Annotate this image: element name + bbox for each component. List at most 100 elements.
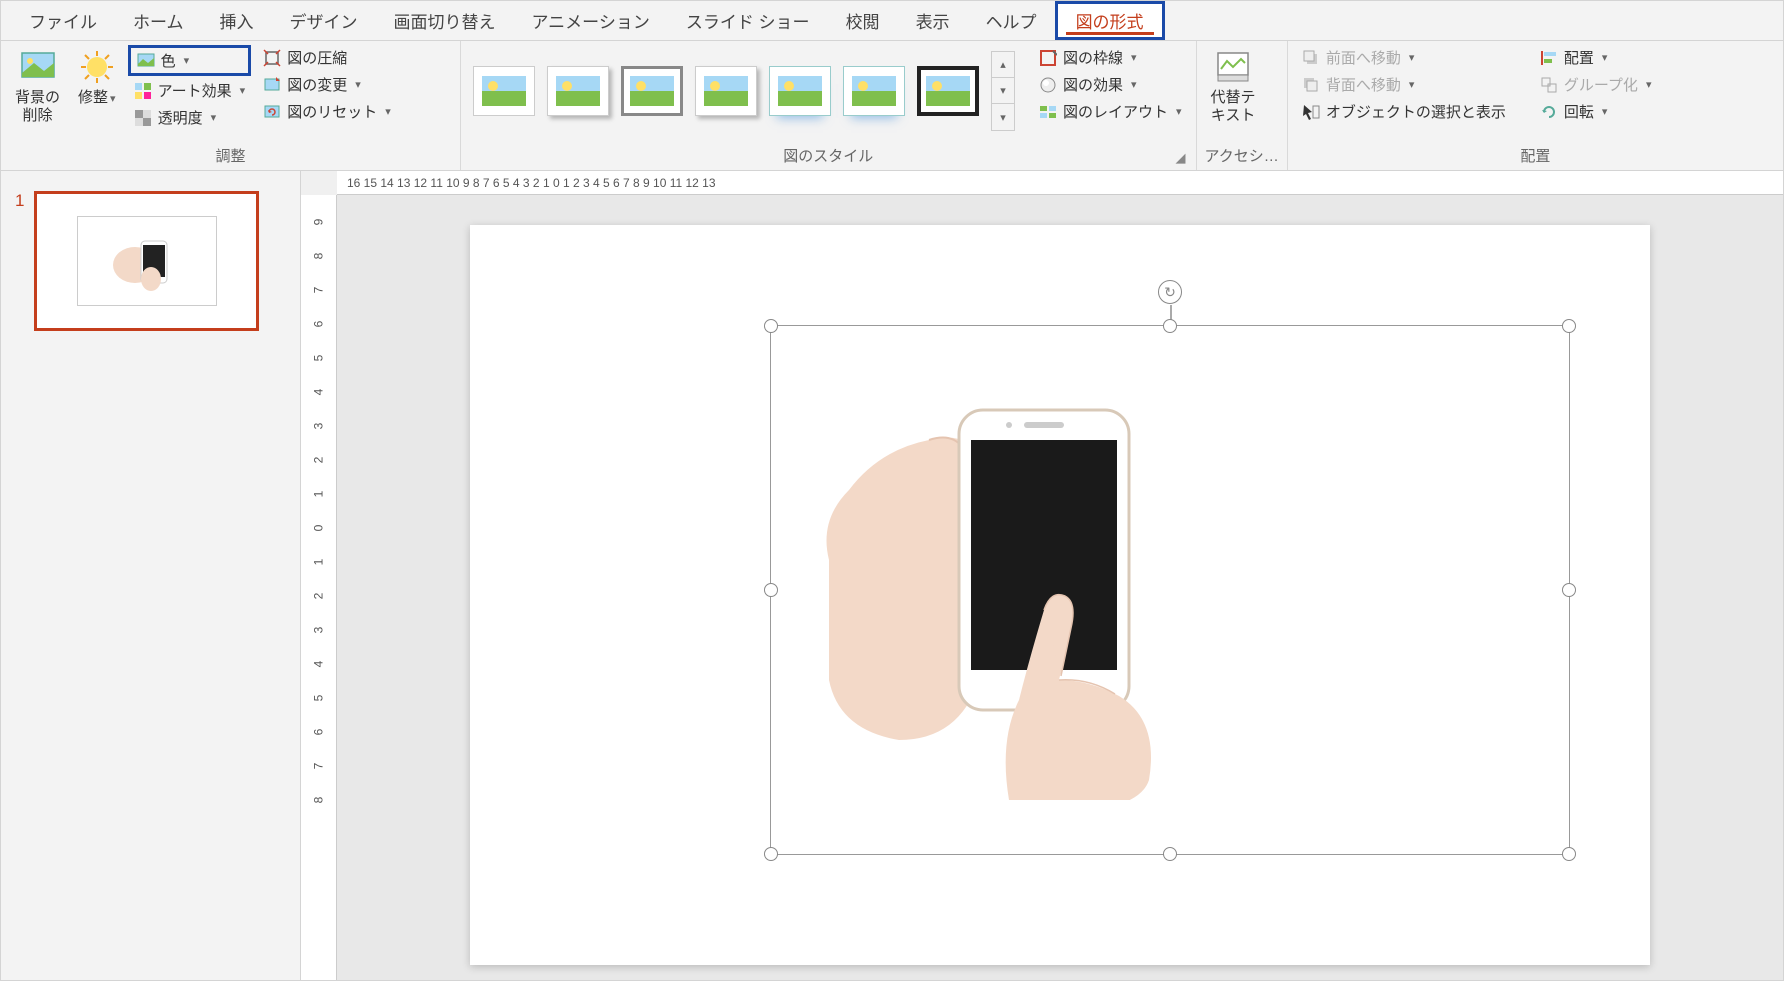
chevron-down-icon: ▾	[211, 111, 217, 124]
group-objects-button[interactable]: グループ化 ▾	[1534, 72, 1658, 97]
align-button[interactable]: 配置 ▾	[1534, 45, 1658, 70]
chevron-down-icon: ▾	[1176, 105, 1182, 118]
compress-icon	[263, 49, 281, 67]
tab-help[interactable]: ヘルプ	[968, 1, 1055, 40]
picture-style-6[interactable]	[843, 66, 905, 116]
tab-slideshow[interactable]: スライド ショー	[668, 1, 828, 40]
chevron-down-icon: ▾	[1409, 78, 1415, 91]
resize-handle-tl[interactable]	[764, 319, 778, 333]
group-icon	[1540, 76, 1558, 94]
picture-layout-button[interactable]: 図のレイアウト ▾	[1033, 99, 1188, 124]
group-accessibility: 代替テ キスト アクセシ…	[1197, 41, 1288, 170]
vertical-ruler[interactable]: 987654321012345678	[301, 195, 337, 980]
picture-border-button[interactable]: 図の枠線 ▾	[1033, 45, 1188, 70]
app-window: ファイル ホーム 挿入 デザイン 画面切り替え アニメーション スライド ショー…	[0, 0, 1784, 981]
picture-layout-label: 図のレイアウト	[1063, 101, 1168, 122]
tab-review[interactable]: 校閲	[828, 1, 898, 40]
reset-picture-icon	[263, 103, 281, 121]
slide-thumbnail-1[interactable]	[34, 191, 259, 331]
color-label: 色	[161, 50, 176, 71]
rotate-icon	[1540, 103, 1558, 121]
change-picture-button[interactable]: 図の変更 ▾	[257, 72, 397, 97]
tab-insert[interactable]: 挿入	[202, 1, 272, 40]
align-icon	[1540, 49, 1558, 67]
resize-handle-t[interactable]	[1163, 319, 1177, 333]
workspace: 1 16 15 14 13 12 11 10 9 8 7 6 5 4 3	[1, 171, 1783, 980]
bring-forward-icon	[1302, 49, 1320, 67]
picture-style-7[interactable]	[917, 66, 979, 116]
group-arrange: 前面へ移動 ▾ 背面へ移動 ▾ オブジェクトの選択と表示	[1288, 41, 1783, 170]
compress-pictures-button[interactable]: 図の圧縮	[257, 45, 397, 70]
chevron-down-icon: ▾	[1602, 51, 1608, 64]
chevron-down-icon: ▾	[1131, 78, 1137, 91]
tab-transitions[interactable]: 画面切り替え	[376, 1, 514, 40]
slide-canvas[interactable]: ↻	[470, 225, 1650, 965]
ribbon-tabs: ファイル ホーム 挿入 デザイン 画面切り替え アニメーション スライド ショー…	[1, 1, 1783, 41]
horizontal-ruler[interactable]: 16 15 14 13 12 11 10 9 8 7 6 5 4 3 2 1 0…	[337, 171, 1783, 195]
transparency-icon	[134, 109, 152, 127]
align-label: 配置	[1564, 47, 1594, 68]
alt-text-button[interactable]: 代替テ キスト	[1205, 45, 1262, 129]
corrections-icon	[79, 49, 115, 85]
phone-thumbnail-icon	[107, 231, 187, 291]
tab-animations[interactable]: アニメーション	[514, 1, 668, 40]
picture-effects-button[interactable]: 図の効果 ▾	[1033, 72, 1188, 97]
chevron-down-icon: ▾	[355, 78, 361, 91]
send-backward-label: 背面へ移動	[1326, 74, 1401, 95]
compress-label: 図の圧縮	[287, 47, 347, 68]
reset-picture-button[interactable]: 図のリセット ▾	[257, 99, 397, 124]
picture-style-1[interactable]	[473, 66, 535, 116]
gallery-more-button[interactable]: ▾	[992, 104, 1014, 130]
slide-thumbnail-content	[77, 216, 217, 306]
picture-style-4[interactable]	[695, 66, 757, 116]
corrections-button[interactable]: 修整▾	[72, 45, 122, 111]
rotate-handle[interactable]: ↻	[1158, 280, 1182, 304]
bring-forward-label: 前面へ移動	[1326, 47, 1401, 68]
rotate-button[interactable]: 回転 ▾	[1534, 99, 1658, 124]
tab-home[interactable]: ホーム	[115, 1, 202, 40]
chevron-down-icon: ▾	[110, 93, 116, 105]
gallery-down-button[interactable]: ▾	[992, 78, 1014, 104]
send-backward-button[interactable]: 背面へ移動 ▾	[1296, 72, 1512, 97]
resize-handle-tr[interactable]	[1562, 319, 1576, 333]
canvas-viewport[interactable]: ↻	[337, 195, 1783, 980]
gallery-up-button[interactable]: ▴	[992, 52, 1014, 78]
picture-color-icon	[137, 52, 155, 70]
phone-in-hand-icon	[809, 380, 1169, 800]
tab-file[interactable]: ファイル	[11, 1, 115, 40]
selection-pane-icon	[1302, 103, 1320, 121]
resize-handle-l[interactable]	[764, 583, 778, 597]
picture-border-label: 図の枠線	[1063, 47, 1123, 68]
change-label: 図の変更	[287, 74, 347, 95]
transparency-label: 透明度	[158, 107, 203, 128]
resize-handle-r[interactable]	[1562, 583, 1576, 597]
picture-border-icon	[1039, 49, 1057, 67]
resize-handle-br[interactable]	[1562, 847, 1576, 861]
color-button[interactable]: 色 ▾	[128, 45, 252, 76]
reset-label: 図のリセット	[287, 101, 377, 122]
chevron-down-icon: ▾	[1131, 51, 1137, 64]
picture-styles-gallery: ▴ ▾ ▾	[469, 45, 1019, 137]
rotate-label: 回転	[1564, 101, 1594, 122]
resize-handle-b[interactable]	[1163, 847, 1177, 861]
resize-handle-bl[interactable]	[764, 847, 778, 861]
bring-forward-button[interactable]: 前面へ移動 ▾	[1296, 45, 1512, 70]
tab-picture-format[interactable]: 図の形式	[1055, 1, 1165, 40]
group-objects-label: グループ化	[1564, 74, 1638, 95]
alt-text-icon	[1215, 49, 1251, 85]
transparency-button[interactable]: 透明度 ▾	[128, 105, 252, 130]
selected-picture[interactable]: ↻	[770, 325, 1570, 855]
tab-view[interactable]: 表示	[898, 1, 968, 40]
picture-style-5[interactable]	[769, 66, 831, 116]
selection-pane-button[interactable]: オブジェクトの選択と表示	[1296, 99, 1512, 124]
remove-background-button[interactable]: 背景の 削除	[9, 45, 66, 129]
slide-edit-area: 16 15 14 13 12 11 10 9 8 7 6 5 4 3 2 1 0…	[301, 171, 1783, 980]
picture-style-3[interactable]	[621, 66, 683, 116]
artistic-effects-button[interactable]: アート効果 ▾	[128, 78, 252, 103]
styles-dialog-launcher[interactable]: ◢	[1176, 150, 1186, 166]
chevron-down-icon: ▾	[1646, 78, 1652, 91]
group-adjust-label: 調整	[9, 143, 452, 170]
picture-style-2[interactable]	[547, 66, 609, 116]
tab-design[interactable]: デザイン	[272, 1, 376, 40]
chevron-down-icon: ▾	[1602, 105, 1608, 118]
